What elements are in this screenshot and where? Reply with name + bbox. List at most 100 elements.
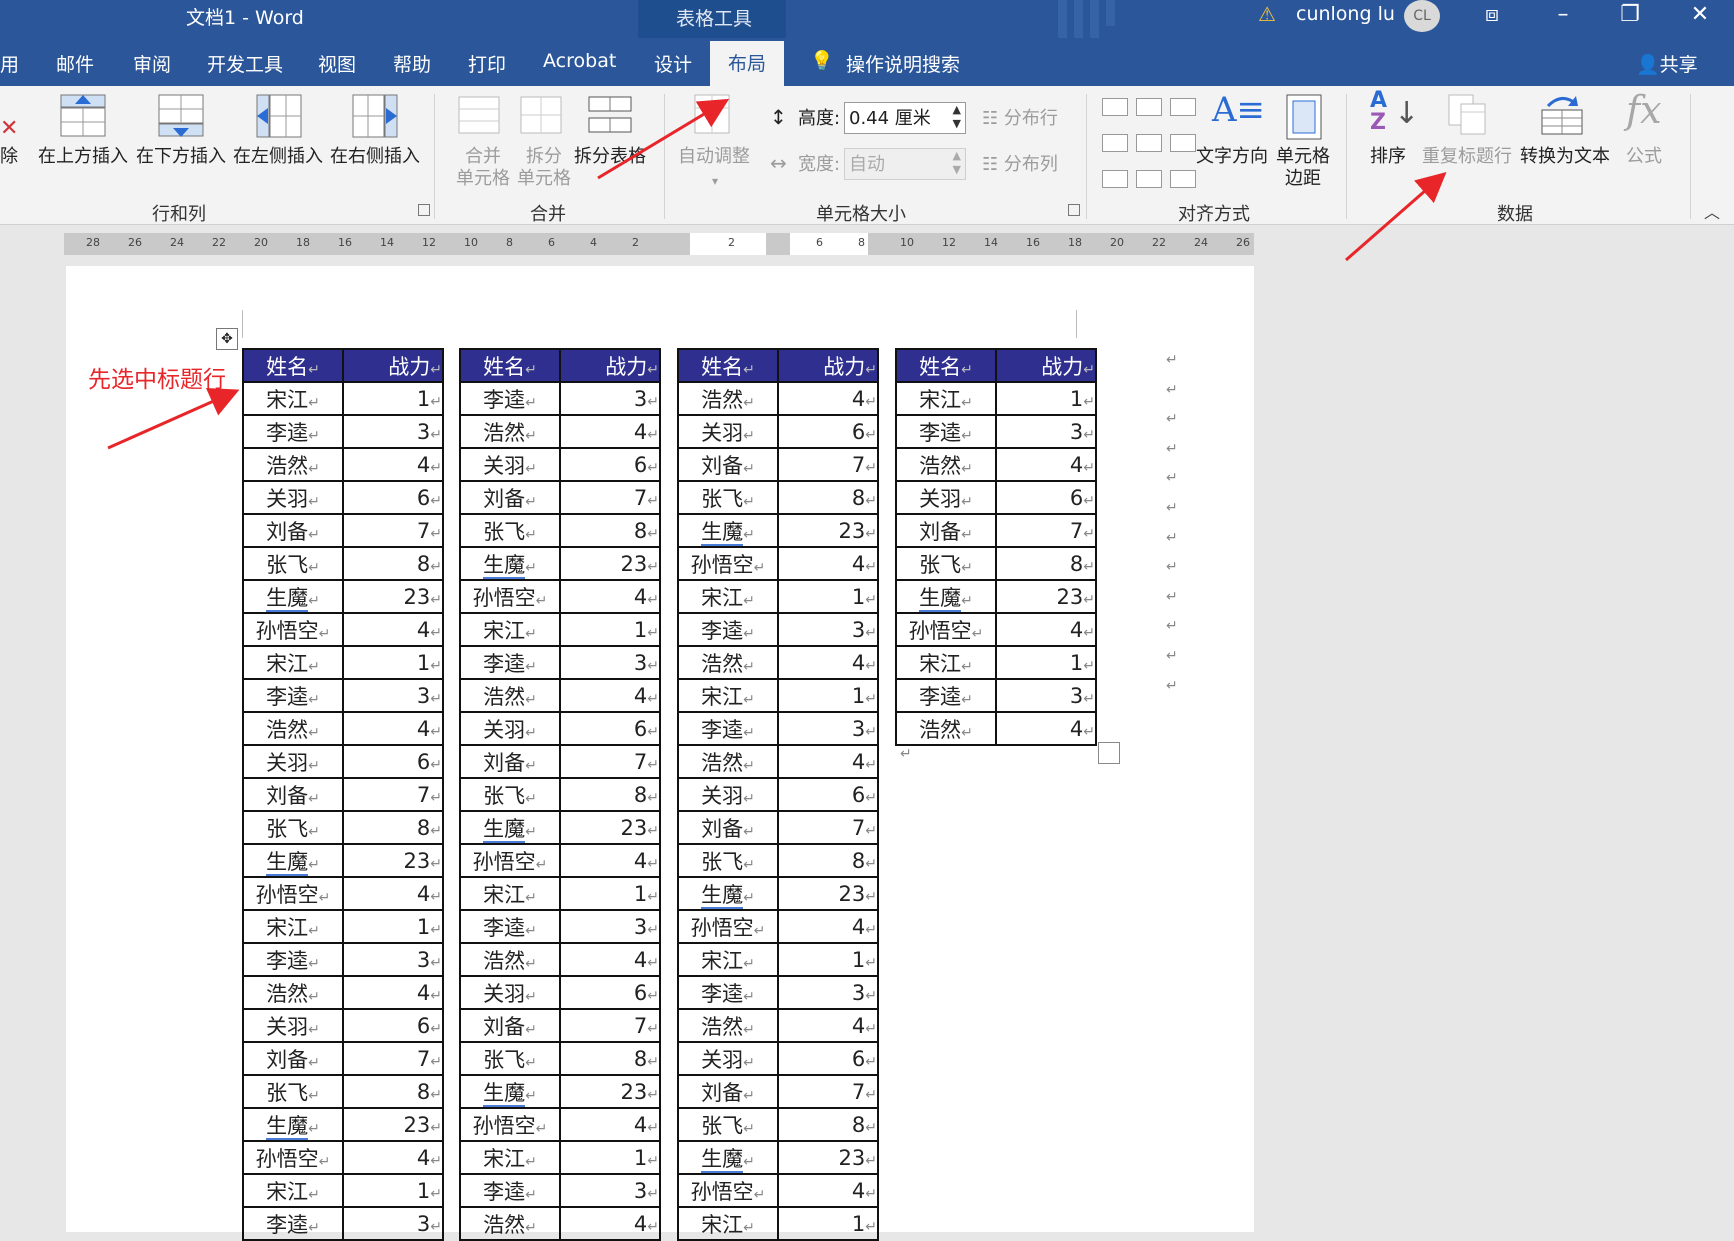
name-cell[interactable]: 宋江↵ [895, 645, 997, 680]
tab-layout[interactable]: 布局 [710, 41, 785, 86]
share-button[interactable]: 👤共享 [1636, 50, 1698, 77]
power-cell[interactable]: 4↵ [777, 645, 879, 680]
tab-help[interactable]: 帮助 [393, 50, 431, 77]
table-move-handle-icon[interactable]: ✥ [216, 328, 238, 350]
power-cell[interactable]: 6↵ [559, 447, 661, 482]
power-cell[interactable]: 4↵ [559, 942, 661, 977]
power-cell[interactable]: 23↵ [777, 513, 879, 548]
table-row[interactable]: 宋江↵ 1↵ [677, 579, 879, 614]
convert-to-text-button[interactable]: 转换为文本 [1520, 146, 1610, 168]
table-row[interactable]: 李逵↵ 3↵ [895, 414, 1097, 449]
table-row[interactable]: 浩然↵ 4↵ [677, 744, 879, 779]
name-cell[interactable]: 孙悟空↵ [677, 909, 779, 944]
restore-icon[interactable]: ❐ [1610, 2, 1650, 27]
name-cell[interactable]: 关羽↵ [242, 744, 344, 779]
name-cell[interactable]: 宋江↵ [459, 1140, 561, 1175]
name-cell[interactable]: 关羽↵ [459, 711, 561, 746]
power-cell[interactable]: 4↵ [342, 612, 444, 647]
name-cell[interactable]: 生魔↵ [677, 1140, 779, 1175]
table-row[interactable]: 张飞↵ 8↵ [459, 777, 661, 812]
data-table[interactable]: 姓名↵ 战力↵ 宋江↵ 1↵ 李逵↵ 3↵ 浩然↵ 4↵ 关羽↵ 6↵ 刘备↵ 7↵ 张飞↵ 8↵ 生魔↵ 2… [242, 348, 444, 1241]
table-row[interactable]: 关羽↵ 6↵ [459, 447, 661, 482]
name-cell[interactable]: 生魔↵ [895, 579, 997, 614]
power-cell[interactable]: 4↵ [559, 414, 661, 449]
data-table[interactable]: 姓名↵ 战力↵ 浩然↵ 4↵ 关羽↵ 6↵ 刘备↵ 7↵ 张飞↵ 8↵ 生魔↵ 23↵ 孙悟空↵ 4↵ 宋江… [677, 348, 879, 1241]
name-cell[interactable]: 张飞↵ [459, 1041, 561, 1076]
power-cell[interactable]: 7↵ [342, 1041, 444, 1076]
name-cell[interactable]: 李逵↵ [242, 942, 344, 977]
header-power-cell[interactable]: 战力↵ [559, 348, 661, 383]
name-cell[interactable]: 孙悟空↵ [242, 612, 344, 647]
power-cell[interactable]: 1↵ [995, 381, 1097, 416]
power-cell[interactable]: 1↵ [342, 1173, 444, 1208]
text-direction-button[interactable]: 文字方向 [1196, 146, 1268, 168]
split-cells-button[interactable]: 拆分 单元格 [517, 146, 571, 190]
name-cell[interactable]: 浩然↵ [459, 678, 561, 713]
name-cell[interactable]: 关羽↵ [459, 975, 561, 1010]
name-cell[interactable]: 刘备↵ [459, 1008, 561, 1043]
rows-cols-dialog-launcher-icon[interactable] [418, 204, 430, 216]
height-field[interactable]: 0.44 厘米 ▲ ▼ [844, 102, 966, 134]
table-row[interactable]: 孙悟空↵ 4↵ [242, 876, 444, 911]
tab-view[interactable]: 视图 [318, 50, 356, 77]
table-row[interactable]: 宋江↵ 1↵ [242, 381, 444, 416]
table-row[interactable]: 生魔↵ 23↵ [677, 1140, 879, 1175]
align-middle-center-icon[interactable] [1136, 134, 1162, 152]
distribute-rows-button[interactable]: ☷ 分布行 [982, 108, 1058, 130]
power-cell[interactable]: 4↵ [777, 381, 879, 416]
table-row[interactable]: 宋江↵ 1↵ [677, 678, 879, 713]
power-cell[interactable]: 23↵ [995, 579, 1097, 614]
power-cell[interactable]: 3↵ [995, 678, 1097, 713]
table-row[interactable]: 浩然↵ 4↵ [242, 447, 444, 482]
name-cell[interactable]: 刘备↵ [242, 1041, 344, 1076]
tab-acrobat[interactable]: Acrobat [543, 50, 616, 72]
power-cell[interactable]: 23↵ [559, 546, 661, 581]
table-row[interactable]: 宋江↵ 1↵ [242, 909, 444, 944]
table-header-row[interactable]: 姓名↵ 战力↵ [677, 348, 879, 383]
name-cell[interactable]: 浩然↵ [677, 381, 779, 416]
table-row[interactable]: 关羽↵ 6↵ [677, 414, 879, 449]
power-cell[interactable]: 1↵ [777, 579, 879, 614]
table-header-row[interactable]: 姓名↵ 战力↵ [242, 348, 444, 383]
table-row[interactable]: 生魔↵ 23↵ [677, 513, 879, 548]
name-cell[interactable]: 宋江↵ [895, 381, 997, 416]
table-row[interactable]: 宋江↵ 1↵ [459, 612, 661, 647]
table-resize-handle-icon[interactable] [1098, 742, 1120, 764]
power-cell[interactable]: 23↵ [777, 1140, 879, 1175]
tab-design[interactable]: 设计 [654, 50, 692, 77]
name-cell[interactable]: 李逵↵ [242, 1206, 344, 1241]
name-cell[interactable]: 宋江↵ [677, 579, 779, 614]
table-row[interactable]: 张飞↵ 8↵ [459, 1041, 661, 1076]
header-name-cell[interactable]: 姓名↵ [895, 348, 997, 383]
table-row[interactable]: 孙悟空↵ 4↵ [895, 612, 1097, 647]
power-cell[interactable]: 7↵ [777, 1074, 879, 1109]
power-cell[interactable]: 1↵ [559, 1140, 661, 1175]
name-cell[interactable]: 浩然↵ [242, 975, 344, 1010]
table-row[interactable]: 张飞↵ 8↵ [242, 546, 444, 581]
table-row[interactable]: 李逵↵ 3↵ [677, 711, 879, 746]
name-cell[interactable]: 刘备↵ [677, 1074, 779, 1109]
power-cell[interactable]: 6↵ [342, 1008, 444, 1043]
document-page[interactable]: ✥ ↵ 先选中标题行 姓名↵ 战力↵ 宋江↵ 1↵ 李逵↵ 3↵ 浩然↵ 4↵ 关羽↵ 6↵ 刘备↵… [66, 266, 1254, 1241]
name-cell[interactable]: 生魔↵ [242, 843, 344, 878]
name-cell[interactable]: 刘备↵ [459, 744, 561, 779]
name-cell[interactable]: 浩然↵ [895, 711, 997, 746]
table-row[interactable]: 浩然↵ 4↵ [677, 381, 879, 416]
name-cell[interactable]: 李逵↵ [459, 645, 561, 680]
align-bottom-right-icon[interactable] [1170, 170, 1196, 188]
power-cell[interactable]: 1↵ [342, 381, 444, 416]
table-row[interactable]: 浩然↵ 4↵ [459, 942, 661, 977]
power-cell[interactable]: 4↵ [995, 447, 1097, 482]
table-row[interactable]: 宋江↵ 1↵ [242, 645, 444, 680]
name-cell[interactable]: 孙悟空↵ [895, 612, 997, 647]
name-cell[interactable]: 李逵↵ [242, 678, 344, 713]
ribbon-display-options-icon[interactable]: ⧈ [1472, 2, 1512, 27]
power-cell[interactable]: 7↵ [342, 513, 444, 548]
table-row[interactable]: 关羽↵ 6↵ [677, 777, 879, 812]
delete-button[interactable]: 除 [0, 146, 18, 168]
table-row[interactable]: 关羽↵ 6↵ [459, 711, 661, 746]
table-header-row[interactable]: 姓名↵ 战力↵ [459, 348, 661, 383]
power-cell[interactable]: 7↵ [559, 1008, 661, 1043]
power-cell[interactable]: 1↵ [342, 645, 444, 680]
header-name-cell[interactable]: 姓名↵ [459, 348, 561, 383]
